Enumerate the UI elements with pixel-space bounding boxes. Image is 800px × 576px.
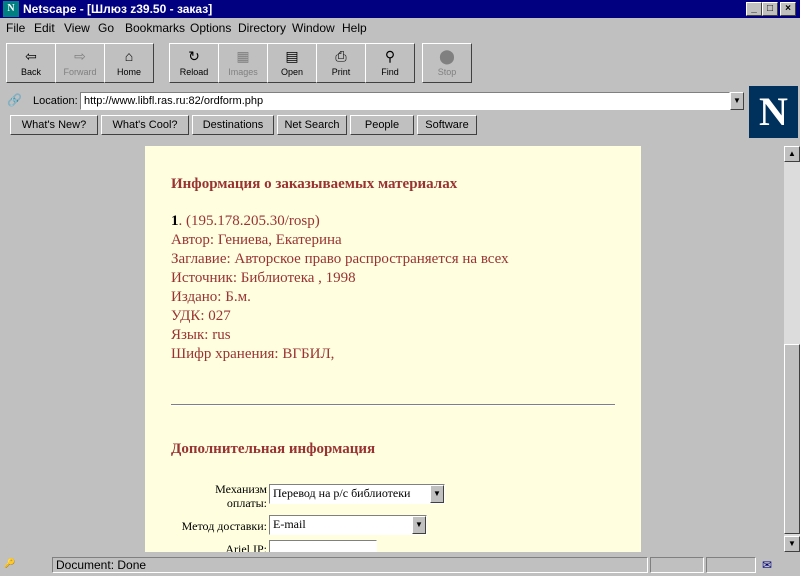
print-label: Print [331, 67, 351, 77]
item-shelfmark: Шифр хранения: ВГБИЛ, [171, 346, 335, 362]
scroll-thumb[interactable] [784, 344, 800, 534]
content-viewport: Информация о заказываемых материалах 1. … [0, 146, 784, 552]
delivery-select[interactable]: E-mail ▼ [269, 515, 427, 535]
location-label: Location: [33, 95, 78, 107]
whats-new-button[interactable]: What's New? [10, 115, 98, 135]
find-binoculars-icon: ⚲ [384, 48, 396, 64]
item-author: Автор: Гениева, Екатерина [171, 232, 342, 248]
url-input[interactable]: http://www.libfl.ras.ru:82/ordform.php [80, 92, 730, 110]
item-header: 1. (195.178.205.30/rosp) [171, 213, 320, 230]
menu-file[interactable]: File [6, 21, 25, 35]
status-bar: 🔑 Document: Done ✉ [0, 554, 800, 576]
menu-bar: File Edit View Go Bookmarks Options Dire… [0, 18, 800, 38]
page-content: Информация о заказываемых материалах 1. … [145, 146, 641, 552]
find-button[interactable]: ⚲ Find [365, 43, 415, 83]
minimize-button[interactable]: _ [746, 2, 762, 16]
item-language: Язык: rus [171, 327, 231, 343]
close-button[interactable]: × [780, 2, 796, 16]
item-udk: УДК: 027 [171, 308, 231, 324]
item-title: Заглавие: Авторское право распространяет… [171, 251, 509, 267]
software-button[interactable]: Software [417, 115, 477, 135]
print-button[interactable]: ⎙ Print [316, 43, 366, 83]
menu-window[interactable]: Window [292, 21, 335, 35]
delivery-label: Метод доставки: [181, 519, 267, 533]
title-bar: N Netscape - [Шлюз z39.50 - заказ] _ □ × [0, 0, 800, 18]
status-text: Document: Done [52, 557, 648, 573]
payment-label: Механизм оплаты: [215, 482, 267, 510]
open-icon: ▤ [285, 48, 299, 64]
menu-help[interactable]: Help [342, 21, 367, 35]
item-published: Издано: Б.м. [171, 289, 251, 305]
open-button[interactable]: ▤ Open [267, 43, 317, 83]
forward-label: Forward [63, 67, 97, 77]
forward-button[interactable]: ⇨ Forward [55, 43, 105, 83]
menu-options[interactable]: Options [190, 21, 231, 35]
netscape-app-icon: N [3, 1, 19, 17]
menu-go[interactable]: Go [98, 21, 114, 35]
back-button[interactable]: ⇦ Back [6, 43, 56, 83]
section-divider [171, 404, 615, 406]
stop-label: Stop [437, 67, 457, 77]
status-box [706, 557, 756, 573]
maximize-button[interactable]: □ [762, 2, 778, 16]
mail-icon[interactable]: ✉ [762, 558, 772, 572]
bookmark-link-icon[interactable]: 🔗 [7, 93, 23, 109]
reload-label: Reload [179, 67, 209, 77]
menu-view[interactable]: View [64, 21, 90, 35]
menu-directory[interactable]: Directory [238, 21, 286, 35]
location-bar: 🔗 Location: http://www.libfl.ras.ru:82/o… [0, 90, 748, 112]
home-label: Home [116, 67, 141, 77]
images-label: Images [228, 67, 258, 77]
home-icon: ⌂ [124, 48, 134, 64]
find-label: Find [381, 67, 399, 77]
stop-icon: ⬤ [439, 48, 455, 64]
scroll-up-arrow-icon[interactable]: ▲ [784, 146, 800, 162]
delivery-selected-value: E-mail [273, 517, 306, 531]
security-key-icon[interactable]: 🔑 [4, 558, 40, 572]
progress-box [650, 557, 704, 573]
people-button[interactable]: People [350, 115, 414, 135]
window-title: Netscape - [Шлюз z39.50 - заказ] [23, 2, 213, 16]
whats-cool-button[interactable]: What's Cool? [101, 115, 189, 135]
menu-bookmarks[interactable]: Bookmarks [125, 21, 185, 35]
vertical-scrollbar[interactable]: ▲ ▼ [784, 146, 800, 552]
back-arrow-icon: ⇦ [25, 48, 37, 64]
print-icon: ⎙ [335, 48, 347, 64]
forward-arrow-icon: ⇨ [74, 48, 86, 64]
stop-button[interactable]: ⬤ Stop [422, 43, 472, 83]
back-label: Back [20, 67, 41, 77]
scroll-down-arrow-icon[interactable]: ▼ [784, 536, 800, 552]
chevron-down-icon[interactable]: ▼ [430, 485, 444, 503]
images-icon: ▦ [236, 48, 250, 64]
url-dropdown-button[interactable]: ▼ [730, 92, 744, 110]
ariel-ip-input[interactable] [269, 540, 377, 552]
item-number: 1 [171, 213, 179, 229]
home-button[interactable]: ⌂ Home [104, 43, 154, 83]
item-source-info: Источник: Библиотека , 1998 [171, 270, 356, 286]
section-title-materials: Информация о заказываемых материалах [171, 176, 458, 192]
images-button[interactable]: ▦ Images [218, 43, 268, 83]
ariel-ip-label: Ariel IP: [225, 542, 267, 552]
open-label: Open [280, 67, 304, 77]
netscape-logo[interactable]: N [749, 86, 798, 138]
net-search-button[interactable]: Net Search [277, 115, 347, 135]
section-title-additional: Дополнительная информация [171, 441, 376, 457]
menu-edit[interactable]: Edit [34, 21, 55, 35]
destinations-button[interactable]: Destinations [192, 115, 274, 135]
reload-icon: ↻ [188, 48, 200, 64]
chevron-down-icon[interactable]: ▼ [412, 516, 426, 534]
payment-selected-value: Перевод на р/с библиотеки [273, 486, 411, 500]
payment-select[interactable]: Перевод на р/с библиотеки ▼ [269, 484, 445, 504]
reload-button[interactable]: ↻ Reload [169, 43, 219, 83]
item-source: . (195.178.205.30/rosp) [178, 213, 320, 229]
